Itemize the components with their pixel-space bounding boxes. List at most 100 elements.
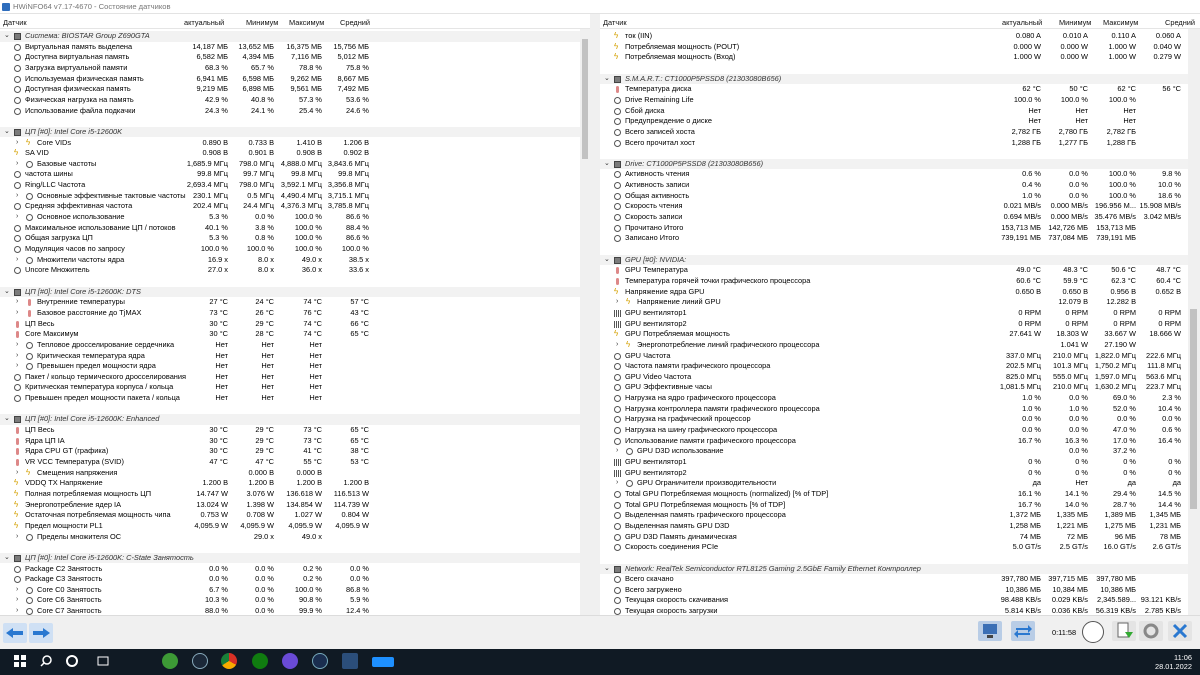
sensor-row[interactable]: › Множители частоты ядра 16.9 x 8.0 x 49.0 x… [0,255,580,266]
sensor-row[interactable]: Drive Remaining Life 100.0 % 100.0 % 100.0 … [600,95,1188,106]
sensor-row[interactable]: › Core C6 Занятость 10.3 % 0.0 % 90.8 % 5.9 % [0,595,580,606]
task-view-icon[interactable] [95,653,111,669]
sensor-group-row[interactable]: ⌄ GPU [#0]: NVIDIA: [600,254,1188,266]
sensor-row[interactable]: Загрузка виртуальной памяти 68.3 % 65.7 % 7… [0,63,580,74]
header-min[interactable]: Минимум [1059,18,1091,27]
sensor-row[interactable]: Прочитано Итого 153,713 МБ 142,726 МБ 153,7… [600,223,1188,234]
sensor-row[interactable]: ϟ Предел мощности PL1 4,095.9 W 4,095.9 W 4,… [0,521,580,532]
sensor-row[interactable]: Температура горячей точки графического п… [600,276,1188,287]
expand-chevron-icon[interactable]: › [16,362,23,369]
sensor-row[interactable]: Максимальное использование ЦП / потоков 4… [0,223,580,234]
sensor-group-row[interactable]: ⌄ ЦП [#0]: Intel Core i5-12600K [0,126,580,138]
collapse-chevron-icon[interactable]: ⌄ [4,288,11,295]
sensor-row[interactable]: › Базовые частоты 1,685.9 МГц 798.0 МГц 4,88… [0,159,580,170]
expand-chevron-icon[interactable]: › [16,192,23,199]
expand-chevron-icon[interactable]: › [16,533,23,540]
sensor-row[interactable]: VR VCC Температура (SVID) 47 °C 47 °C 55 °C… [0,457,580,468]
sensor-row[interactable]: Нагрузка на графический процессор 0.0 % 0.… [600,414,1188,425]
sensor-row[interactable]: Записано Итого 739,191 МБ 737,084 МБ 739,19… [600,233,1188,244]
sensor-row[interactable]: GPU D3D Память динамическая 74 МБ 72 МБ 96 … [600,532,1188,543]
collapse-chevron-icon[interactable]: ⌄ [4,32,11,39]
sensor-row[interactable]: Ring/LLC Частота 2,693.4 МГц 798.0 МГц 3,59… [0,180,580,191]
expand-chevron-icon[interactable]: › [16,160,23,167]
xbox-icon[interactable] [252,653,268,669]
header-current[interactable]: актуальный [184,18,224,27]
expand-chevron-icon[interactable]: › [16,586,23,593]
cortana-icon[interactable] [66,655,78,667]
system-clock[interactable]: 11:06 28.01.2022 [1155,653,1192,671]
steam-icon[interactable] [192,653,208,669]
sensor-row[interactable]: Частота памяти графического процессора 20… [600,361,1188,372]
sensor-row[interactable]: ϟ VDDQ TX Напряжение 1.200 В 1.200 В 1.200 В… [0,478,580,489]
nav-arrows-left-icon[interactable] [3,623,27,643]
sensor-row[interactable]: GPU Температура 49.0 °C 48.3 °C 50.6 °C 48.7… [600,265,1188,276]
sensor-row[interactable]: ϟ Полная потребляемая мощность ЦП 14.747 W… [0,489,580,500]
sensor-row[interactable]: ϟ ток (IIN) 0.080 A 0.010 A 0.110 A 0.060 A [600,31,1188,42]
expand-chevron-icon[interactable]: › [16,469,23,476]
sensor-row[interactable]: Package C2 Занятость 0.0 % 0.0 % 0.2 % 0.0 % [0,564,580,575]
sensor-row[interactable]: GPU вентилятор2 0 % 0 % 0 % 0 % [600,468,1188,479]
app-icon-7[interactable] [342,653,358,669]
sensor-row[interactable]: ϟ Энергопотребление ядер IA 13.024 W 1.398 … [0,500,580,511]
sensor-row[interactable]: Использование файла подкачки 24.3 % 24.1 %… [0,106,580,117]
sensor-row[interactable]: Выделенная память GPU D3D 1,258 МБ 1,221 М… [600,521,1188,532]
sensor-row[interactable]: Общая загрузка ЦП 5.3 % 0.8 % 100.0 % 86.6 % [0,233,580,244]
sensor-row[interactable]: Всего загружено 10,386 МБ 10,384 МБ 10,386 … [600,585,1188,596]
scrollbar-right[interactable] [1188,29,1200,615]
sensor-row[interactable]: Активность записи 0.4 % 0.0 % 100.0 % 10.0 % [600,180,1188,191]
start-icon[interactable] [12,653,28,669]
sensor-row[interactable]: › ϟ Смещения напряжения 0.000 В 0.000 В [0,468,580,479]
scrollbar-left[interactable] [580,29,590,615]
header-max[interactable]: Максимум [289,18,324,27]
sensor-group-row[interactable]: ⌄ S.M.A.R.T.: CT1000P5PSSD8 (21303080B656… [600,73,1188,85]
expand-chevron-icon[interactable]: › [16,309,23,316]
sensor-row[interactable]: Доступная физическая память 9,219 МБ 6,898… [0,84,580,95]
sensor-row[interactable]: › Core C0 Занятость 6.7 % 0.0 % 100.0 % 86.8 … [0,585,580,596]
sensor-row[interactable]: Виртуальная память выделена 14,187 МБ 13,6… [0,42,580,53]
sensor-row[interactable]: ϟ SA VID 0.908 В 0.901 В 0.908 В 0.902 В [0,148,580,159]
header-current[interactable]: актуальный [1002,18,1042,27]
sensor-row[interactable]: Выделенная память графического процессор… [600,510,1188,521]
collapse-chevron-icon[interactable]: ⌄ [604,75,611,82]
sensor-row[interactable]: › Внутренние температуры 27 °C 24 °C 74 °C 57… [0,297,580,308]
sensor-row[interactable]: ϟ GPU Потребляемая мощность 27.641 W 18.303… [600,329,1188,340]
network-icon[interactable] [978,621,1002,641]
header-min[interactable]: Минимум [246,18,278,27]
torrent-app-icon[interactable] [162,653,178,669]
sensor-row[interactable]: › Базовое расстояние до TjMAX 73 °C 26 °C 76… [0,308,580,319]
sensor-pane-right[interactable]: Датчик актуальный Минимум Максимум Средн… [600,14,1200,615]
collapse-chevron-icon[interactable]: ⌄ [604,160,611,167]
sensor-row[interactable]: Нагрузка на шину графического процессора… [600,425,1188,436]
sensor-row[interactable]: Всего прочитал хост 1,288 ГБ 1,277 ГБ 1,288… [600,138,1188,149]
expand-chevron-icon[interactable]: › [16,298,23,305]
header-sensor[interactable]: Датчик [3,18,27,27]
sensor-row[interactable]: Общая активность 1.0 % 0.0 % 100.0 % 18.6 % [600,191,1188,202]
sensor-group-row[interactable]: ⌄ ЦП [#0]: Intel Core i5-12600K: Enhanced [0,414,580,425]
sensor-row[interactable]: › Тепловое дросселирование сердечника Нет Н… [0,340,580,351]
hwinfo-taskbar-icon[interactable] [372,657,394,667]
sensor-row[interactable]: › GPU D3D использование 0.0 % 37.2 % [600,446,1188,457]
scrollbar-thumb[interactable] [582,39,588,159]
sensor-row[interactable]: Ядра CPU GT (графика) 30 °C 29 °C 41 °C 38 °… [0,446,580,457]
sensor-row[interactable]: Активность чтения 0.6 % 0.0 % 100.0 % 9.8 % [600,169,1188,180]
sensor-row[interactable]: Нагрузка на ядро графического процессора… [600,393,1188,404]
sensor-row[interactable]: Total GPU Потребляемая мощность [% of TD… [600,500,1188,511]
sensor-row[interactable]: Пакет / кольцо термического дросселирова… [0,372,580,383]
nav-arrows-right-icon[interactable] [29,623,53,643]
expand-chevron-icon[interactable]: › [16,352,23,359]
sensor-row[interactable]: Total GPU Потребляемая мощность (normali… [600,489,1188,500]
sensor-row[interactable]: Скорость соединения PCIe 5.0 GT/s 2.5 GT/s… [600,542,1188,553]
expand-chevron-icon[interactable]: › [616,298,623,305]
sensor-row[interactable]: Текущая скорость загрузки 5.814 KB/s 0.036… [600,606,1188,615]
sensor-pane-left[interactable]: Датчик актуальный Минимум Максимум Средн… [0,14,590,615]
expand-chevron-icon[interactable]: › [16,596,23,603]
sensor-group-row[interactable]: ⌄ Network: RealTek Semiconductor RTL8125 … [600,563,1188,575]
sensor-row[interactable]: Uncore Множитель 27.0 x 8.0 x 36.0 x 33.6 x [0,265,580,276]
expand-chevron-icon[interactable]: › [616,447,623,454]
collapse-chevron-icon[interactable]: ⌄ [604,256,611,263]
discord-icon[interactable] [282,653,298,669]
expand-chevron-icon[interactable]: › [616,479,623,486]
sensor-row[interactable]: Используемая физическая память 6,941 МБ 6,… [0,74,580,85]
sensor-row[interactable]: Текущая скорость скачивания 98.488 KB/s 0.… [600,595,1188,606]
expand-chevron-icon[interactable]: › [16,213,23,220]
